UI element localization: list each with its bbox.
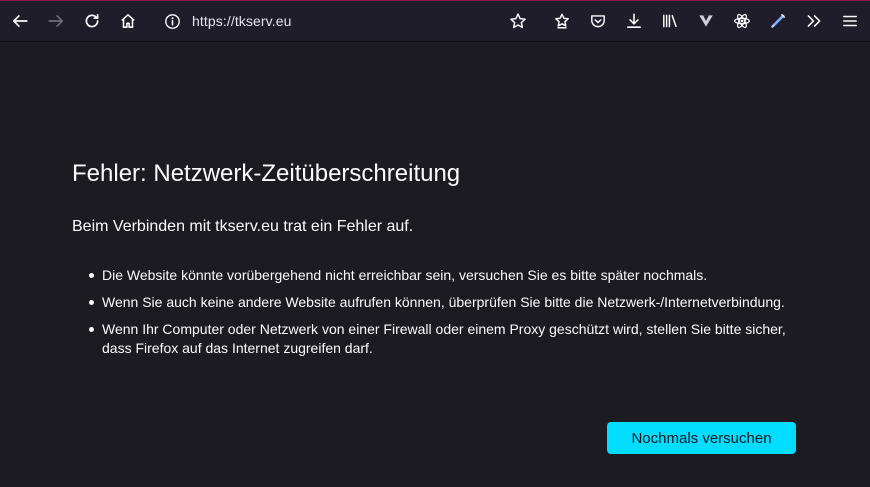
url-bar[interactable]: https://tkserv.eu	[158, 7, 490, 35]
error-page: Fehler: Netzwerk-Zeitüberschreitung Beim…	[72, 160, 812, 366]
reload-button[interactable]	[78, 7, 106, 35]
error-suggestions: Die Website könnte vorübergehend nicht e…	[72, 266, 812, 358]
extension-atom-button[interactable]	[728, 7, 756, 35]
back-icon	[12, 15, 28, 27]
forward-icon	[48, 15, 64, 27]
extension-atom-icon	[734, 13, 750, 29]
reload-icon	[85, 13, 99, 28]
browser-toolbar: https://tkserv.eu	[0, 0, 870, 42]
info-icon	[164, 13, 180, 29]
home-button[interactable]	[114, 7, 142, 35]
reader-icon	[555, 13, 569, 29]
extension-v-icon	[699, 15, 713, 27]
downloads-button[interactable]	[620, 7, 648, 35]
list-item: Wenn Ihr Computer oder Netzwerk von eine…	[89, 320, 792, 358]
forward-button[interactable]	[42, 7, 70, 35]
list-item: Die Website könnte vorübergehend nicht e…	[89, 266, 792, 285]
downloads-icon	[627, 13, 641, 28]
overflow-icon	[807, 15, 821, 27]
site-info-button[interactable]	[158, 7, 186, 35]
library-button[interactable]	[656, 7, 684, 35]
extension-v-button[interactable]	[692, 7, 720, 35]
bookmark-button[interactable]	[504, 7, 532, 35]
url-text[interactable]: https://tkserv.eu	[192, 13, 291, 29]
home-icon	[121, 14, 135, 28]
library-icon	[663, 14, 677, 28]
retry-button[interactable]: Nochmals versuchen	[607, 422, 796, 454]
overflow-button[interactable]	[800, 7, 828, 35]
app-menu-button[interactable]	[836, 7, 864, 35]
menu-icon	[843, 15, 857, 27]
list-item: Wenn Sie auch keine andere Website aufru…	[89, 293, 792, 312]
bookmark-star-icon	[510, 13, 526, 29]
reader-view-button[interactable]	[548, 7, 576, 35]
back-button[interactable]	[6, 7, 34, 35]
pocket-button[interactable]	[584, 7, 612, 35]
error-intro: Beim Verbinden mit tkserv.eu trat ein Fe…	[72, 217, 414, 235]
extension-pen-icon	[771, 14, 785, 28]
pocket-icon	[591, 15, 605, 28]
extension-pen-button[interactable]	[764, 7, 792, 35]
error-title: Fehler: Netzwerk-Zeitüberschreitung	[72, 160, 461, 187]
